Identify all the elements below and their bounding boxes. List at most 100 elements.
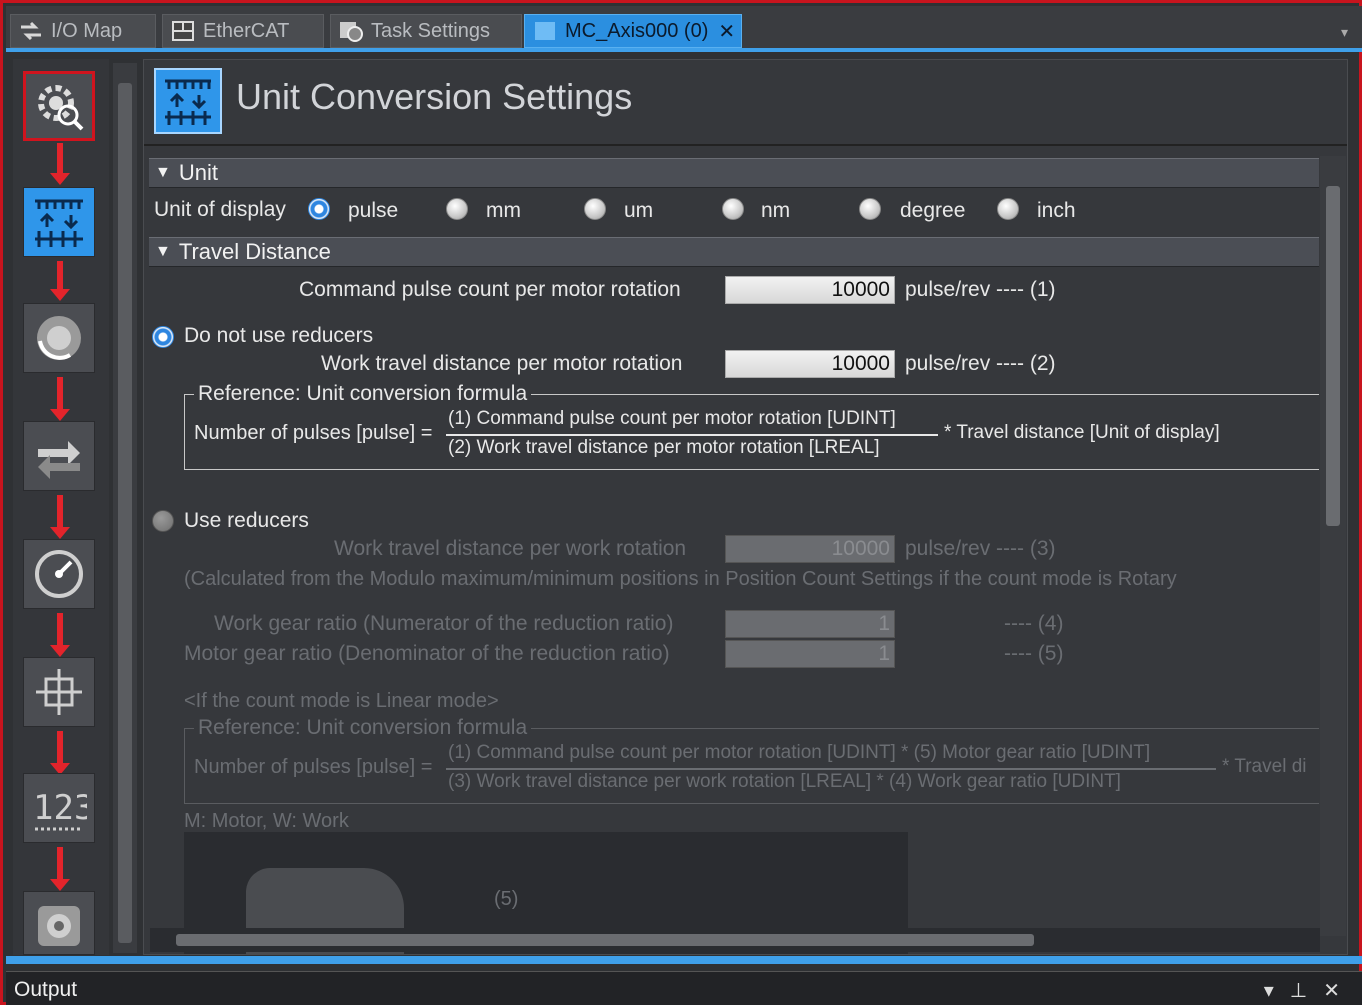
section-header-label: Travel Distance bbox=[178, 239, 331, 264]
swap-arrows-icon bbox=[38, 441, 80, 479]
io-map-icon bbox=[19, 20, 43, 42]
scroll-thumb[interactable] bbox=[176, 934, 1034, 946]
step-arrow bbox=[50, 377, 70, 421]
step-arrow bbox=[50, 613, 70, 657]
step-arrow bbox=[50, 731, 70, 775]
unit-of-display-label: Unit of display bbox=[154, 198, 286, 221]
reference-legend: Reference: Unit conversion formula bbox=[194, 382, 532, 406]
tab-list-dropdown-icon[interactable]: ▾ bbox=[1341, 24, 1348, 41]
step-arrow bbox=[50, 495, 70, 539]
radio-nm[interactable] bbox=[722, 198, 744, 220]
cmd-pulse-unit: pulse/rev ---- (1) bbox=[905, 278, 1056, 301]
calculation-note: (Calculated from the Modulo maximum/mini… bbox=[184, 568, 1177, 590]
section-header-label: Unit bbox=[178, 160, 218, 185]
radio-mm[interactable] bbox=[446, 198, 468, 220]
unit-conversion-icon bbox=[35, 199, 83, 247]
formula-numerator: (1) Command pulse count per motor rotati… bbox=[448, 408, 896, 429]
svg-text:123: 123 bbox=[33, 788, 87, 828]
encoder-icon bbox=[38, 906, 80, 946]
collapse-triangle-icon: ▼ bbox=[155, 164, 171, 181]
work-rotation-input[interactable]: 10000 bbox=[725, 535, 895, 563]
motor-rotation-icon bbox=[37, 316, 81, 360]
option-label: mm bbox=[486, 199, 521, 222]
motor-gear-unit: ---- (5) bbox=[1004, 642, 1064, 665]
use-reducer-label: Use reducers bbox=[184, 509, 309, 532]
step-operation-settings[interactable] bbox=[23, 303, 95, 373]
panel-header: Unit Conversion Settings bbox=[144, 60, 1347, 146]
work-rotation-label: Work travel distance per work rotation bbox=[334, 537, 687, 560]
step-arrow bbox=[50, 261, 70, 301]
unit-conversion-icon bbox=[154, 68, 222, 134]
step-other-operation-settings[interactable] bbox=[23, 421, 95, 491]
fraction-line bbox=[446, 434, 938, 436]
section-travel-distance[interactable]: ▼ Travel Distance bbox=[149, 237, 1319, 267]
motor-gear-label: Motor gear ratio (Denominator of the red… bbox=[184, 642, 670, 665]
option-label: inch bbox=[1037, 199, 1076, 222]
radio-pulse[interactable] bbox=[308, 198, 330, 220]
step-arrow bbox=[50, 143, 70, 185]
numeric-display-icon: 123 bbox=[33, 788, 87, 831]
scroll-thumb[interactable] bbox=[1326, 186, 1340, 526]
settings-step-rail: 123 bbox=[13, 59, 109, 955]
radio-um[interactable] bbox=[584, 198, 606, 220]
rail-scrollbar[interactable] bbox=[113, 63, 137, 953]
close-icon[interactable]: ✕ bbox=[1323, 978, 1340, 1003]
step-homing-settings[interactable] bbox=[23, 891, 95, 955]
option-label: nm bbox=[761, 199, 791, 222]
cmd-pulse-label: Command pulse count per motor rotation bbox=[299, 278, 681, 301]
formula-rhs: * Travel distance [Unit of display] bbox=[944, 422, 1220, 443]
scroll-thumb[interactable] bbox=[118, 83, 132, 943]
tab-task-settings[interactable]: Task Settings bbox=[330, 14, 522, 48]
work-travel-input[interactable]: 10000 bbox=[725, 350, 895, 378]
main-window: I/O Map EtherCAT Task Settings MC_Axis00… bbox=[0, 0, 1362, 1005]
panel-dropdown-icon[interactable]: ▾ bbox=[1264, 978, 1274, 1003]
horizontal-scrollbar[interactable] bbox=[150, 928, 1320, 952]
ethercat-icon bbox=[171, 20, 195, 42]
pin-icon[interactable]: ⊥ bbox=[1290, 978, 1307, 1003]
work-travel-label: Work travel distance per motor rotation bbox=[321, 352, 683, 375]
option-label: um bbox=[624, 199, 654, 222]
option-label: pulse bbox=[348, 199, 399, 222]
step-position-count-settings[interactable] bbox=[23, 657, 95, 727]
tab-mc-axis000[interactable]: MC_Axis000 (0) ✕ bbox=[524, 14, 742, 48]
formula-denominator: (2) Work travel distance per motor rotat… bbox=[448, 437, 880, 458]
panel-splitter[interactable] bbox=[6, 956, 1362, 964]
step-arrow bbox=[50, 847, 70, 891]
radio-degree[interactable] bbox=[859, 198, 881, 220]
linear-mode-note: <If the count mode is Linear mode> bbox=[184, 690, 499, 712]
motor-gear-input[interactable]: 1 bbox=[725, 640, 895, 668]
speedometer-icon bbox=[35, 550, 83, 598]
vertical-scrollbar[interactable] bbox=[1320, 156, 1346, 936]
work-gear-unit: ---- (4) bbox=[1004, 612, 1064, 635]
tab-io-map[interactable]: I/O Map bbox=[10, 14, 156, 48]
formula-numerator: (1) Command pulse count per motor rotati… bbox=[448, 742, 1151, 763]
formula-denominator: (3) Work travel distance per work rotati… bbox=[448, 771, 1121, 792]
formula-lhs: Number of pulses [pulse] = bbox=[194, 756, 433, 778]
fraction-line bbox=[446, 768, 1216, 770]
motor-work-note: M: Motor, W: Work bbox=[184, 810, 349, 832]
radio-inch[interactable] bbox=[997, 198, 1019, 220]
section-unit[interactable]: ▼ Unit bbox=[149, 158, 1319, 188]
radio-use-reducers[interactable] bbox=[152, 510, 174, 532]
reference-legend: Reference: Unit conversion formula bbox=[194, 716, 532, 740]
settings-panel: Unit Conversion Settings ▼ Unit Unit of … bbox=[143, 59, 1348, 955]
tab-label: MC_Axis000 (0) bbox=[565, 19, 709, 42]
document-tab-bar: I/O Map EtherCAT Task Settings MC_Axis00… bbox=[6, 6, 1362, 52]
option-label: degree bbox=[900, 199, 966, 222]
tab-label: EtherCAT bbox=[203, 19, 290, 42]
work-travel-unit: pulse/rev ---- (2) bbox=[905, 352, 1056, 375]
work-gear-label: Work gear ratio (Numerator of the reduct… bbox=[214, 612, 674, 635]
step-servo-drive-settings[interactable]: 123 bbox=[23, 773, 95, 843]
close-icon[interactable]: ✕ bbox=[718, 19, 735, 44]
step-axis-basic-settings[interactable] bbox=[23, 71, 95, 141]
cmd-pulse-input[interactable]: 10000 bbox=[725, 276, 895, 304]
radio-do-not-use-reducers[interactable] bbox=[152, 326, 174, 348]
work-rotation-unit: pulse/rev ---- (3) bbox=[905, 537, 1056, 560]
step-limit-settings[interactable] bbox=[23, 539, 95, 609]
step-unit-conversion[interactable] bbox=[23, 187, 95, 257]
formula-rhs: * Travel di bbox=[1222, 756, 1307, 777]
diagram-label: (5) bbox=[494, 888, 519, 910]
output-panel-title: Output bbox=[14, 978, 78, 1001]
work-gear-input[interactable]: 1 bbox=[725, 610, 895, 638]
tab-ethercat[interactable]: EtherCAT bbox=[162, 14, 324, 48]
